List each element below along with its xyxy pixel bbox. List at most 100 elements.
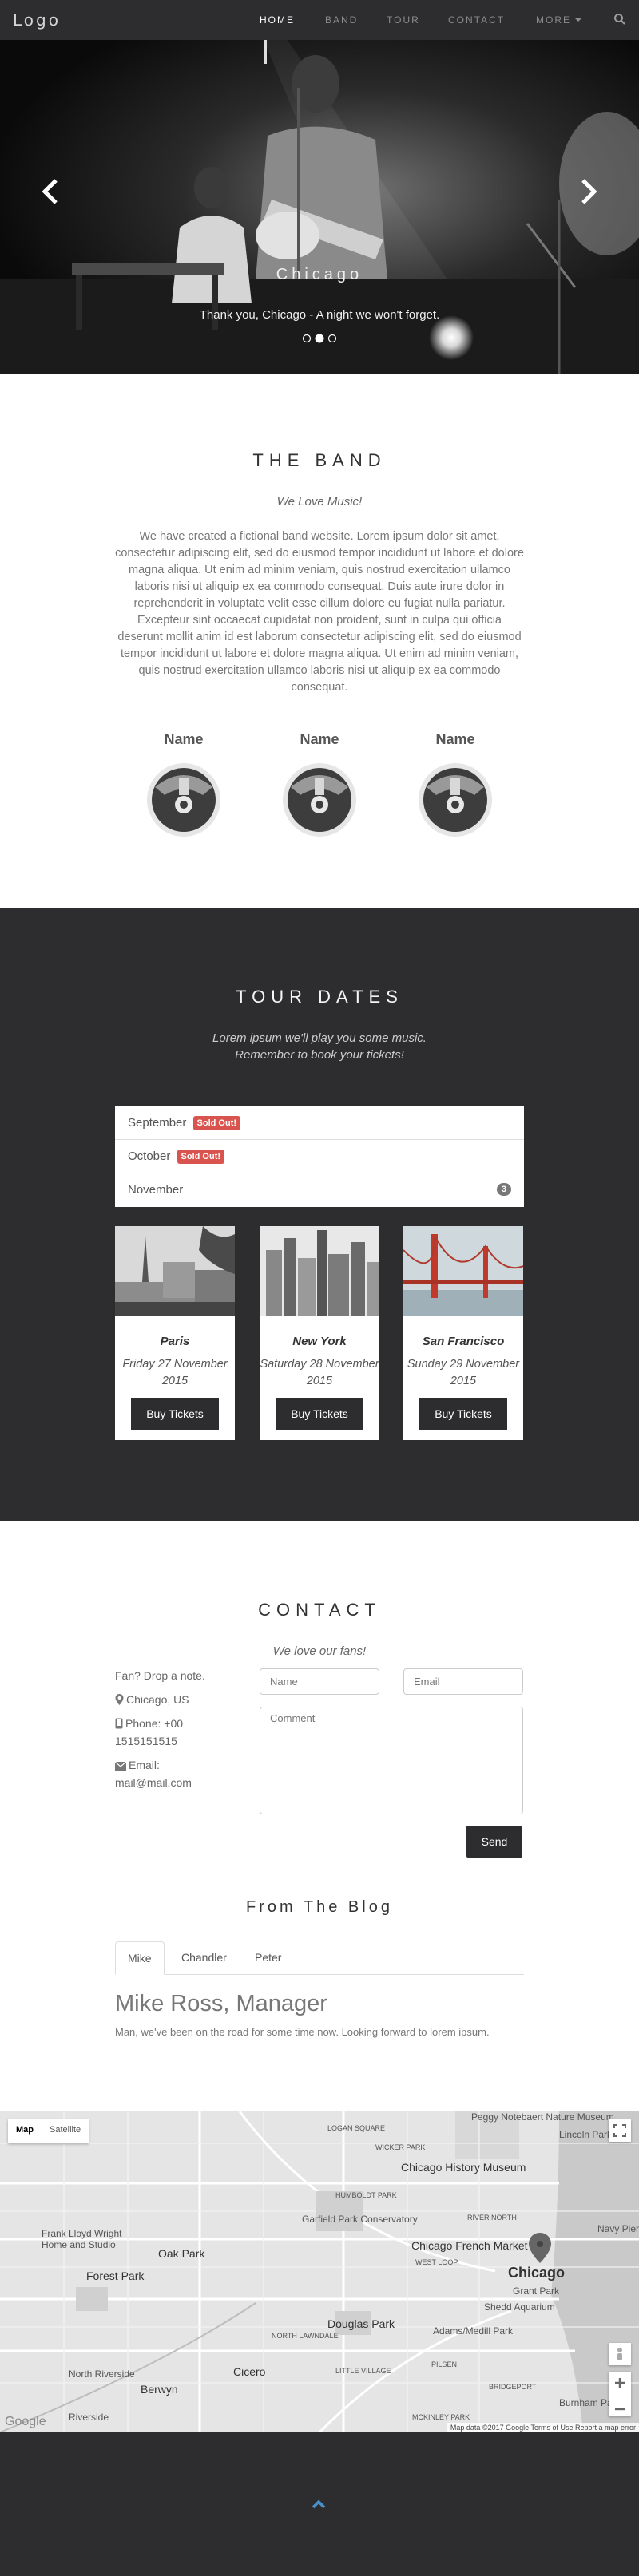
band-member: Name (136, 731, 232, 837)
buy-tickets-button[interactable]: Buy Tickets (131, 1398, 219, 1430)
tour-subtitle-line: Remember to book your tickets! (235, 1048, 404, 1062)
member-avatar[interactable] (283, 763, 356, 837)
map-label: MCKINLEY PARK (412, 2413, 470, 2421)
nav-band[interactable]: BAND (325, 14, 358, 26)
month-row-october[interactable]: October Sold Out! (115, 1140, 524, 1173)
zoom-controls (609, 2372, 631, 2416)
hero-concert-image (0, 40, 639, 374)
map-label: Riverside (69, 2412, 109, 2423)
carousel-caption-text: Thank you, Chicago - A night we won't fo… (199, 308, 440, 322)
map-type-map-button[interactable]: Map (8, 2119, 42, 2143)
street-view-pegman-icon[interactable] (609, 2343, 631, 2365)
carousel-prev-icon[interactable] (38, 176, 62, 208)
ticket-count-badge: 3 (496, 1183, 511, 1196)
carousel-indicators[interactable] (301, 334, 341, 343)
phone-text: Phone: +00 1515151515 (115, 1717, 184, 1747)
nav-home[interactable]: HOME (260, 14, 295, 26)
band-member: Name (407, 731, 503, 837)
map-attribution[interactable]: Map data ©2017 Google Terms of Use Repor… (447, 2423, 639, 2432)
contact-title: CONTACT (258, 1600, 381, 1620)
tour-date: Sunday 29 November 2015 (407, 1358, 520, 1387)
map-label: Douglas Park (327, 2317, 395, 2330)
buy-tickets-button[interactable]: Buy Tickets (419, 1398, 507, 1430)
nav-more-label: MORE (536, 14, 571, 26)
phone-icon (115, 1718, 123, 1729)
zoom-out-icon[interactable] (609, 2398, 631, 2420)
email-input[interactable] (403, 1668, 523, 1695)
nav-tour[interactable]: TOUR (387, 14, 420, 26)
map-label: PILSEN (431, 2360, 458, 2368)
send-button[interactable]: Send (466, 1826, 522, 1858)
contact-phone: Phone: +00 1515151515 (115, 1715, 211, 1750)
tour-city: New York (292, 1335, 347, 1348)
fullscreen-icon[interactable] (609, 2119, 631, 2142)
tab-peter[interactable]: Peter (243, 1941, 293, 1975)
map-label: Lincoln Park (559, 2129, 613, 2140)
map-label: HUMBOLDT PARK (335, 2191, 397, 2199)
map-type-control: Map Satellite (8, 2119, 89, 2143)
map-type-satellite-button[interactable]: Satellite (42, 2119, 89, 2143)
member-avatar[interactable] (419, 763, 492, 837)
san-francisco-image (403, 1226, 523, 1316)
logo[interactable]: Logo (13, 10, 61, 30)
member-name: Name (435, 731, 475, 747)
band-title: THE BAND (252, 450, 387, 470)
zoom-in-icon[interactable] (609, 2372, 631, 2394)
map-label: North Riverside (69, 2368, 135, 2380)
map-label: RIVER NORTH (467, 2214, 517, 2222)
tour-date: Friday 27 November 2015 (122, 1358, 228, 1387)
band-subtitle: We Love Music! (276, 495, 363, 508)
tab-mike[interactable]: Mike (115, 1941, 165, 1975)
map-label: Peggy Notebaert Nature Museum (471, 2111, 614, 2123)
map-label: NORTH LAWNDALE (272, 2332, 339, 2340)
tour-subtitle: Lorem ipsum we'll play you some music. R… (0, 1030, 639, 1063)
map-label: Oak Park (158, 2247, 205, 2260)
blog-heading: Mike Ross, Manager (115, 1991, 327, 2016)
chevron-up-icon[interactable] (310, 2498, 327, 2511)
carousel-next-icon[interactable] (577, 176, 601, 208)
sold-out-badge: Sold Out! (192, 1116, 241, 1130)
contact-intro: Fan? Drop a note. (115, 1669, 205, 1682)
tour-subtitle-line: Lorem ipsum we'll play you some music. (212, 1031, 427, 1045)
search-icon[interactable] (613, 13, 626, 26)
tour-section: TOUR DATES Lorem ipsum we'll play you so… (0, 908, 639, 1521)
google-map[interactable]: Peggy Notebaert Nature Museum Lincoln Pa… (0, 2111, 639, 2432)
comment-textarea[interactable] (260, 1707, 523, 1814)
name-input[interactable] (260, 1668, 379, 1695)
footer (0, 2432, 639, 2576)
tour-card-san-francisco: San Francisco Sunday 29 November 2015 Bu… (403, 1226, 523, 1440)
map-label: Chicago History Museum (401, 2161, 526, 2174)
map-label: Garfield Park Conservatory (302, 2214, 418, 2225)
map-label: BRIDGEPORT (489, 2383, 537, 2391)
nav-contact[interactable]: CONTACT (448, 14, 505, 26)
new-york-image (260, 1226, 379, 1316)
map-label: Cicero (233, 2365, 266, 2378)
tour-date: Saturday 28 November 2015 (260, 1358, 379, 1387)
map-label-chicago: Chicago (508, 2265, 566, 2281)
sold-out-badge: Sold Out! (177, 1150, 225, 1164)
map-label: WICKER PARK (375, 2143, 426, 2151)
google-logo: Google (5, 2415, 46, 2428)
blog-tabs: Mike Chandler Peter (115, 1941, 524, 1975)
hero-carousel: Chicago Thank you, Chicago - A night we … (0, 40, 639, 374)
month-name: September (128, 1116, 187, 1130)
month-name: October (128, 1150, 171, 1163)
email-text[interactable]: Email: mail@mail.com (115, 1759, 192, 1789)
map-label: Grant Park (513, 2285, 560, 2297)
map-label: Navy Pier (597, 2223, 639, 2234)
blog-title: From The Blog (246, 1898, 393, 1916)
member-avatar[interactable] (147, 763, 220, 837)
tab-chandler[interactable]: Chandler (169, 1941, 239, 1975)
month-row-september[interactable]: September Sold Out! (115, 1106, 524, 1140)
band-description: We have created a fictional band website… (115, 530, 524, 694)
map-label: Shedd Aquarium (484, 2301, 555, 2313)
tour-city: San Francisco (422, 1335, 505, 1348)
member-name: Name (300, 731, 339, 747)
tour-card-paris: Paris Friday 27 November 2015 Buy Ticket… (115, 1226, 235, 1440)
month-row-november[interactable]: November 3 (115, 1173, 524, 1207)
nav-more-dropdown[interactable]: MORE (536, 14, 581, 26)
map-label: Adams/Medill Park (433, 2325, 514, 2337)
map-label: LOGAN SQUARE (327, 2124, 386, 2132)
map-label: LITTLE VILLAGE (335, 2367, 391, 2375)
buy-tickets-button[interactable]: Buy Tickets (276, 1398, 363, 1430)
